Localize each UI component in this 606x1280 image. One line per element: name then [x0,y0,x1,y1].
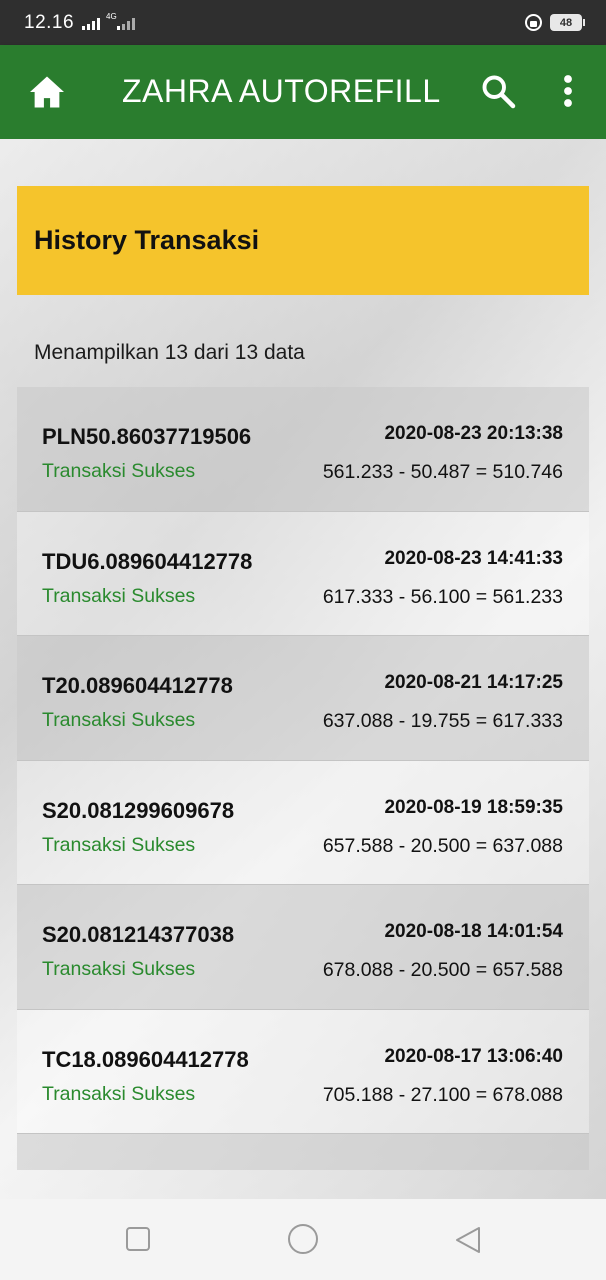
system-nav-bar [0,1199,606,1280]
transaction-datetime: 2020-08-19 18:59:35 [384,796,563,818]
battery-icon: 48 [550,14,585,31]
transaction-item[interactable]: S20.081214377038 Transaksi Sukses 2020-0… [17,885,589,1010]
rotation-lock-icon [525,14,542,31]
transaction-list: PLN50.86037719506 Transaksi Sukses 2020-… [17,387,589,1170]
transaction-status: Transaksi Sukses [42,833,196,856]
transaction-balance: 678.088 - 20.500 = 657.588 [322,959,563,981]
record-count: Menampilkan 13 dari 13 data [34,341,305,364]
page-title: History Transaksi [34,225,260,255]
triangle-back-icon[interactable] [454,1225,482,1255]
transaction-code: TDU6.089604412778 [42,548,253,574]
transaction-status: Transaksi Sukses [42,584,196,607]
app-title: ZAHRA AUTOREFILL [122,73,441,109]
transaction-item[interactable]: TDU6.089604412778 Transaksi Sukses 2020-… [17,511,589,636]
transaction-balance: 705.188 - 27.100 = 678.088 [322,1083,563,1106]
search-icon[interactable] [480,73,516,109]
home-icon[interactable] [28,75,66,109]
transaction-code: S20.081214377038 [42,922,235,947]
transaction-code: TC18.089604412778 [42,1046,249,1072]
network-type: 4G [106,12,117,21]
transaction-status: Transaksi Sukses [42,958,196,980]
transaction-datetime: 2020-08-17 13:06:40 [384,1045,563,1067]
square-icon[interactable] [125,1226,151,1252]
transaction-datetime: 2020-08-23 20:13:38 [384,423,563,444]
transaction-item[interactable]: S20.081299609678 Transaksi Sukses 2020-0… [17,760,589,885]
transaction-datetime: 2020-08-21 14:17:25 [384,672,563,693]
content-area: History Transaksi Menampilkan 13 dari 13… [0,139,606,1199]
circle-icon[interactable] [287,1223,319,1255]
page-header-banner: History Transaksi [17,186,589,295]
status-time: 12.16 [24,11,75,33]
transaction-status: Transaksi Sukses [42,1082,196,1105]
signal-icon [82,16,101,30]
transaction-status: Transaksi Sukses [42,709,196,731]
transaction-code: S20.081299609678 [42,797,235,823]
signal-icon-2 [116,16,135,30]
transaction-item[interactable]: T20.089604412778 Transaksi Sukses 2020-0… [17,636,589,761]
transaction-code: T20.089604412778 [42,673,233,698]
transaction-balance: 637.088 - 19.755 = 617.333 [322,710,563,732]
more-vert-icon[interactable] [555,73,581,109]
transaction-balance: 657.588 - 20.500 = 637.088 [322,834,563,857]
transaction-balance: 561.233 - 50.487 = 510.746 [322,461,563,483]
transaction-item[interactable]: TC18.089604412778 Transaksi Sukses 2020-… [17,1009,589,1134]
transaction-status: Transaksi Sukses [42,460,196,482]
status-bar: 12.16 4G 48 [0,0,606,45]
transaction-datetime: 2020-08-23 14:41:33 [384,547,563,569]
transaction-code: PLN50.86037719506 [42,424,252,449]
transaction-datetime: 2020-08-18 14:01:54 [384,921,563,942]
app-bar: ZAHRA AUTOREFILL [0,45,606,139]
transaction-item-partial[interactable] [17,1134,589,1170]
transaction-balance: 617.333 - 56.100 = 561.233 [322,585,563,608]
transaction-item[interactable]: PLN50.86037719506 Transaksi Sukses 2020-… [17,387,589,512]
